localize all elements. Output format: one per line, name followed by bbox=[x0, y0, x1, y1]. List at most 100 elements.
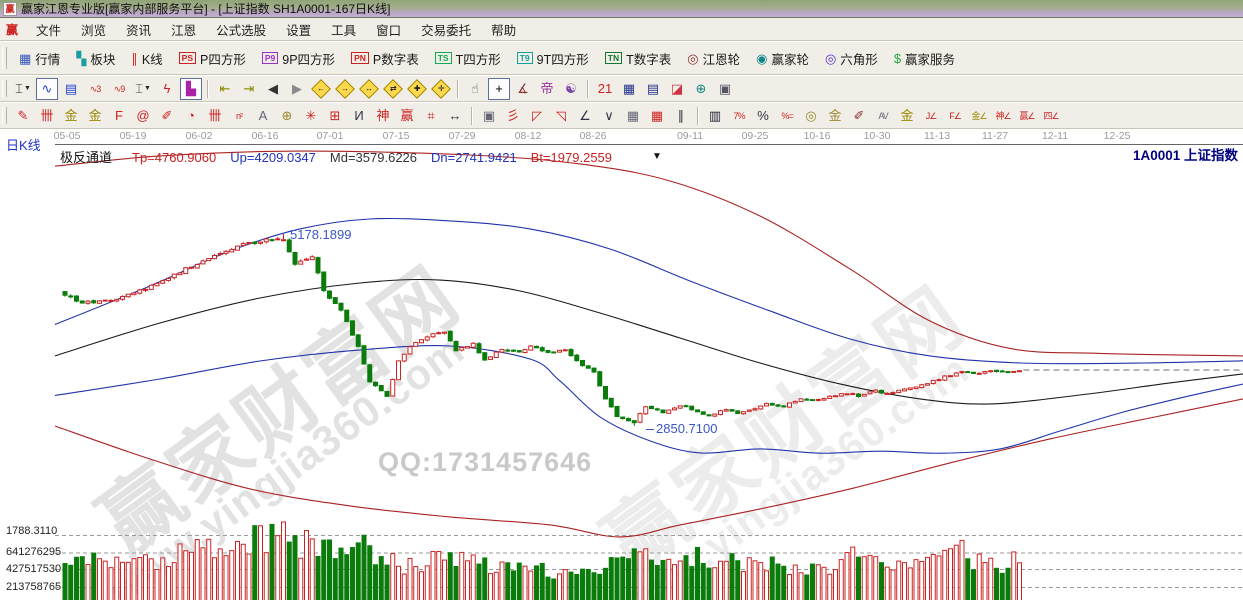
gann-fan-button[interactable]: 彡 bbox=[502, 105, 524, 127]
zoom-out-x-button[interactable]: ↔ bbox=[358, 78, 380, 100]
ying-angle-button[interactable]: 赢∠ bbox=[1016, 105, 1038, 127]
angle-tool-button[interactable]: ∡ bbox=[512, 78, 534, 100]
gold-section-circle-button[interactable]: ◎ bbox=[800, 105, 822, 127]
candle-style-button[interactable]: ⌶▼ bbox=[132, 78, 154, 100]
go-last-button[interactable]: ⇥ bbox=[238, 78, 260, 100]
parallel-lines-button[interactable]: ∥ bbox=[670, 105, 692, 127]
candlestick-chart[interactable] bbox=[0, 129, 1243, 600]
chart-area[interactable]: 赢家财富网 www.yingjia360.com 赢家财富网 www.yingj… bbox=[0, 129, 1243, 600]
shen-tool-button[interactable]: 神 bbox=[372, 105, 394, 127]
period-selector-button[interactable]: ⌶▼ bbox=[12, 78, 34, 100]
toolbar-kline-button[interactable]: ∥K线 bbox=[123, 45, 170, 72]
export-web-button[interactable]: ⊕ bbox=[690, 78, 712, 100]
info-note-button[interactable]: ▤ bbox=[60, 78, 82, 100]
width-measure-button[interactable]: ↔ bbox=[444, 105, 466, 127]
toolbar-9t-square-button[interactable]: T99T四方形 bbox=[509, 45, 597, 72]
percent-levels-button[interactable]: %= bbox=[776, 105, 798, 127]
gold-angle-button[interactable]: 金∠ bbox=[968, 105, 990, 127]
notepad-button[interactable]: ▤ bbox=[642, 78, 664, 100]
toolbar-winner-service-button[interactable]: $赢家服务 bbox=[886, 45, 963, 72]
percent-button[interactable]: % bbox=[752, 105, 774, 127]
pan-right-button[interactable]: → bbox=[334, 78, 356, 100]
calculator-button[interactable]: ▦ bbox=[618, 78, 640, 100]
marker-brush-button[interactable]: ✐ bbox=[156, 105, 178, 127]
zoom-in-x-button[interactable]: ⇄ bbox=[382, 78, 404, 100]
brush-tool-button[interactable]: ✎ bbox=[12, 105, 34, 127]
n-square-button[interactable]: n² bbox=[228, 105, 250, 127]
grid-box-button[interactable]: ▦ bbox=[622, 105, 644, 127]
toolbar-gann-wheel-button[interactable]: ◎江恩轮 bbox=[679, 45, 748, 72]
menu-settings[interactable]: 设置 bbox=[276, 18, 321, 41]
volume-pane-button[interactable]: ▙ bbox=[180, 78, 202, 100]
toolbar-separator bbox=[471, 107, 473, 125]
star-web-button[interactable]: ✳ bbox=[300, 105, 322, 127]
smart-tool-button[interactable]: ☯ bbox=[560, 78, 582, 100]
zigzag-tool-button[interactable]: ϟ bbox=[156, 78, 178, 100]
ying-tool-button[interactable]: 赢 bbox=[396, 105, 418, 127]
price-ladder-button[interactable]: ▥ bbox=[704, 105, 726, 127]
zoom-fit-button[interactable]: ✛ bbox=[430, 78, 452, 100]
calendar-button[interactable]: 21 bbox=[594, 78, 616, 100]
menu-trade-entrust[interactable]: 交易委托 bbox=[411, 18, 481, 41]
crosshair-button[interactable]: + bbox=[488, 78, 510, 100]
toolbar-p-square-button[interactable]: PSP四方形 bbox=[171, 45, 254, 72]
fan-grid-button[interactable]: ◹ bbox=[550, 105, 572, 127]
step-forward-button[interactable]: ▶ bbox=[286, 78, 308, 100]
spiral-button[interactable]: @ bbox=[132, 105, 154, 127]
shen-angle-button[interactable]: 神∠ bbox=[992, 105, 1014, 127]
grid-lines-button[interactable]: 卌 bbox=[36, 105, 58, 127]
wave-9-button[interactable]: ∿9 bbox=[108, 78, 130, 100]
time-lines-button[interactable]: 卌 bbox=[204, 105, 226, 127]
toolbar-t-square-button[interactable]: TST四方形 bbox=[427, 45, 509, 72]
av-tool-button[interactable]: AV bbox=[872, 105, 894, 127]
mark-pen-button[interactable]: ✐ bbox=[848, 105, 870, 127]
toolbar-9p-square-button[interactable]: P99P四方形 bbox=[254, 45, 343, 72]
gold-level-line-button[interactable]: 金 bbox=[824, 105, 846, 127]
gold-grid-2-button[interactable]: 金 bbox=[84, 105, 106, 127]
toolbar-sectors-button[interactable]: ▚板块 bbox=[68, 45, 123, 72]
toolbar-t-number-table-button[interactable]: TNT数字表 bbox=[597, 45, 679, 72]
gold-circle-button[interactable]: ⊕ bbox=[276, 105, 298, 127]
gold-grid-button[interactable]: 金 bbox=[60, 105, 82, 127]
f-angle-button[interactable]: F∠ bbox=[944, 105, 966, 127]
menu-help[interactable]: 帮助 bbox=[481, 18, 526, 41]
menu-window-menu[interactable]: 窗口 bbox=[366, 18, 411, 41]
gann-fan-box-button[interactable]: ◸ bbox=[526, 105, 548, 127]
go-first-button[interactable]: ⇤ bbox=[214, 78, 236, 100]
print-button[interactable]: ▣ bbox=[714, 78, 736, 100]
n-mark-button[interactable]: И bbox=[348, 105, 370, 127]
ruler-123-button[interactable]: ⌗ bbox=[420, 105, 442, 127]
title-bar[interactable]: 赢 赢家江恩专业版[赢家内部服务平台] - [上证指数 SH1A0001-167… bbox=[0, 0, 1243, 18]
web-grid-button[interactable]: ⊞ bbox=[324, 105, 346, 127]
box-range-button[interactable]: ▣ bbox=[478, 105, 500, 127]
emperor-tool-button[interactable]: 帝 bbox=[536, 78, 558, 100]
wave-tool-button[interactable]: ∿ bbox=[36, 78, 58, 100]
toolbar-winner-wheel-button[interactable]: ◉赢家轮 bbox=[748, 45, 817, 72]
gold-underline-button[interactable]: 金 bbox=[896, 105, 918, 127]
menu-formula-picker[interactable]: 公式选股 bbox=[206, 18, 276, 41]
percent-line-button[interactable]: 7% bbox=[728, 105, 750, 127]
menu-tools[interactable]: 工具 bbox=[321, 18, 366, 41]
toolbar-quotes-button[interactable]: ▦行情 bbox=[11, 45, 68, 72]
toolbar-p-number-table-button[interactable]: PNP数字表 bbox=[343, 45, 427, 72]
f-lines-button[interactable]: F bbox=[108, 105, 130, 127]
pan-left-button[interactable]: ← bbox=[310, 78, 332, 100]
grid-box-red-button[interactable]: ▦ bbox=[646, 105, 668, 127]
si-angle-button[interactable]: 四∠ bbox=[1040, 105, 1062, 127]
zigzag-wave-button[interactable]: ∨ bbox=[598, 105, 620, 127]
j-angle-button[interactable]: J∠ bbox=[920, 105, 942, 127]
step-back-button[interactable]: ◀ bbox=[262, 78, 284, 100]
pan-hand-button[interactable]: ☝ bbox=[464, 78, 486, 100]
menu-news[interactable]: 资讯 bbox=[116, 18, 161, 41]
time-cycle-button[interactable]: ◔ bbox=[180, 105, 202, 127]
app-menu-icon[interactable]: 赢 bbox=[6, 21, 18, 38]
menu-file[interactable]: 文件 bbox=[26, 18, 71, 41]
angle-line-button[interactable]: ∠ bbox=[574, 105, 596, 127]
wave-3-button[interactable]: ∿3 bbox=[84, 78, 106, 100]
a-channel-button[interactable]: A bbox=[252, 105, 274, 127]
menu-gann[interactable]: 江恩 bbox=[161, 18, 206, 41]
menu-browse[interactable]: 浏览 bbox=[71, 18, 116, 41]
zoom-full-button[interactable]: ✚ bbox=[406, 78, 428, 100]
save-button[interactable]: ◪ bbox=[666, 78, 688, 100]
toolbar-hexagon-button[interactable]: ◎六角形 bbox=[817, 45, 886, 72]
